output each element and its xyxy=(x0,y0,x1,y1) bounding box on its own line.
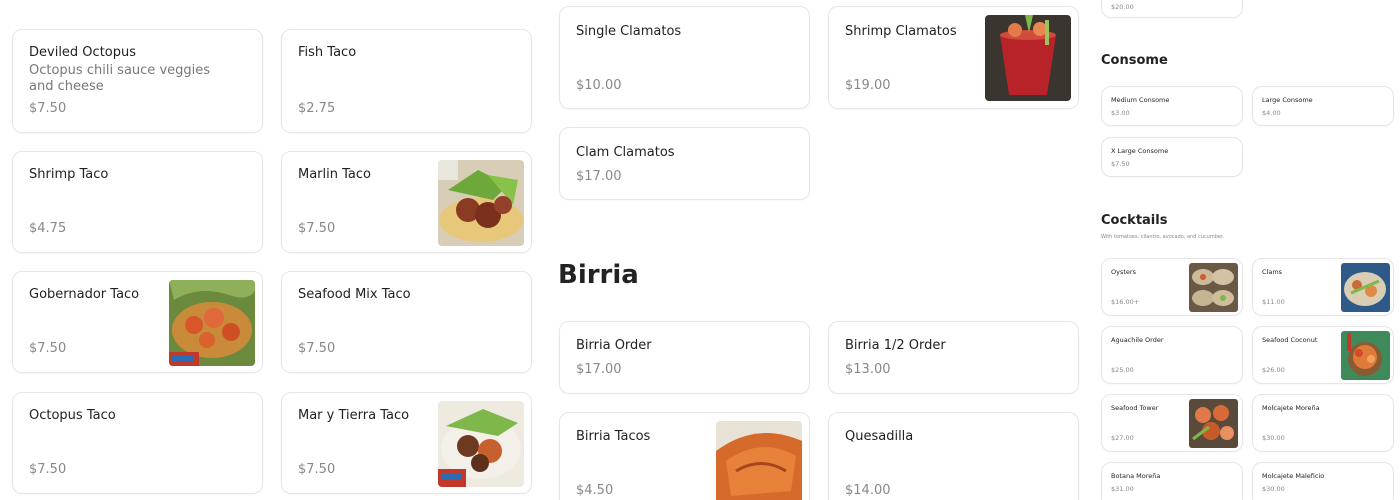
menu-item-medium-consome[interactable]: Medium Consome $3.00 xyxy=(1101,86,1243,126)
item-name: Birria Order xyxy=(576,338,652,353)
menu-item-fish-taco[interactable]: Fish Taco $2.75 xyxy=(281,29,532,133)
marlin-taco-photo xyxy=(438,160,524,246)
item-name: Single Clamatos xyxy=(576,24,682,39)
menu-item-shrimp-clamatos[interactable]: Shrimp Clamatos $19.00 xyxy=(828,6,1079,109)
item-name: Quesadilla xyxy=(845,429,914,444)
item-price: $11.00 xyxy=(1262,298,1285,306)
item-name: Large Consome xyxy=(1262,96,1313,104)
item-name: Clams xyxy=(1262,268,1283,276)
menu-item-marlin-taco[interactable]: Marlin Taco $7.50 xyxy=(281,151,532,253)
menu-item-clams[interactable]: Clams $11.00 xyxy=(1252,258,1394,316)
mar-y-tierra-taco-photo xyxy=(438,401,524,487)
item-name: Shrimp Taco xyxy=(29,167,109,182)
section-heading-cocktails: Cocktails xyxy=(1101,213,1168,228)
item-name: Seafood Coconut xyxy=(1262,336,1318,344)
menu-item-oysters[interactable]: Oysters $16.00+ xyxy=(1101,258,1243,316)
item-name: Molcajete Maleficio xyxy=(1262,472,1325,480)
item-price: $30.00 xyxy=(1262,485,1285,493)
menu-item-clam-clamatos[interactable]: Clam Clamatos $17.00 xyxy=(559,127,810,200)
menu-item-molcajete-maleficio[interactable]: Molcajete Maleficio $30.00 xyxy=(1252,462,1394,500)
item-name: Oysters xyxy=(1111,268,1136,276)
item-name: Gobernador Taco xyxy=(29,287,140,302)
menu-item-single-clamatos[interactable]: Single Clamatos $10.00 xyxy=(559,6,810,109)
item-price: $17.00 xyxy=(576,362,622,377)
item-name: Birria 1/2 Order xyxy=(845,338,946,353)
item-price: $4.50 xyxy=(576,483,614,498)
menu-item-quesadilla[interactable]: Quesadilla $14.00 xyxy=(828,412,1079,500)
item-price: $7.50 xyxy=(29,462,67,477)
item-name: Shrimp Clamatos xyxy=(845,24,957,39)
item-name: Molcajete Moreña xyxy=(1262,404,1320,412)
menu-item-xlarge-consome[interactable]: X Large Consome $7.50 xyxy=(1101,137,1243,177)
menu-item-aguachile-order[interactable]: Aguachile Order $25.00 xyxy=(1101,326,1243,384)
item-name: Fish Taco xyxy=(298,45,357,60)
item-price: $10.00 xyxy=(576,78,622,93)
menu-item-mar-y-tierra-taco[interactable]: Mar y Tierra Taco $7.50 xyxy=(281,392,532,494)
menu-item-deviled-octopus[interactable]: Deviled Octopus Octopus chili sauce vegg… xyxy=(12,29,263,133)
item-price: $20.00 xyxy=(1111,3,1134,11)
menu-item-shrimp-taco[interactable]: Shrimp Taco $4.75 xyxy=(12,151,263,253)
cocktails-note: With tomatoes, cilantro, avocado, and cu… xyxy=(1101,234,1225,240)
item-name: Seafood Mix Taco xyxy=(298,287,411,302)
item-price: $30.00 xyxy=(1262,434,1285,442)
seafood-tower-photo xyxy=(1189,399,1238,448)
item-price: $16.00+ xyxy=(1111,298,1140,306)
section-heading-consome: Consome xyxy=(1101,53,1168,68)
item-name: X Large Consome xyxy=(1111,147,1169,155)
item-price: $25.00 xyxy=(1111,366,1134,374)
item-price: $27.00 xyxy=(1111,434,1134,442)
gobernador-taco-photo xyxy=(169,280,255,366)
item-price: $17.00 xyxy=(576,169,622,184)
item-price: $26.00 xyxy=(1262,366,1285,374)
item-price: $2.75 xyxy=(298,101,336,116)
item-price: $7.50 xyxy=(298,462,336,477)
menu-item-birria-half-order[interactable]: Birria 1/2 Order $13.00 xyxy=(828,321,1079,394)
oysters-photo xyxy=(1189,263,1238,312)
menu-item-birria-order[interactable]: Birria Order $17.00 xyxy=(559,321,810,394)
menu-item-previous-section[interactable]: $20.00 xyxy=(1101,0,1243,18)
item-name: Birria Tacos xyxy=(576,429,651,444)
item-price: $3.00 xyxy=(1111,109,1130,117)
item-price: $7.50 xyxy=(298,341,336,356)
item-name: Deviled Octopus xyxy=(29,45,137,60)
item-price: $4.00 xyxy=(1262,109,1281,117)
item-price: $7.50 xyxy=(29,101,67,116)
menu-item-seafood-mix-taco[interactable]: Seafood Mix Taco $7.50 xyxy=(281,271,532,373)
item-name: Mar y Tierra Taco xyxy=(298,408,410,423)
menu-item-gobernador-taco[interactable]: Gobernador Taco $7.50 xyxy=(12,271,263,373)
item-price: $19.00 xyxy=(845,78,891,93)
menu-item-birria-tacos[interactable]: Birria Tacos $4.50 xyxy=(559,412,810,500)
menu-item-large-consome[interactable]: Large Consome $4.00 xyxy=(1252,86,1394,126)
item-name: Clam Clamatos xyxy=(576,145,675,160)
menu-item-seafood-tower[interactable]: Seafood Tower $27.00 xyxy=(1101,394,1243,452)
menu-item-seafood-coconut[interactable]: Seafood Coconut $26.00 xyxy=(1252,326,1394,384)
seafood-coconut-photo xyxy=(1341,331,1390,380)
item-price: $31.00 xyxy=(1111,485,1134,493)
shrimp-clamatos-photo xyxy=(985,15,1071,101)
item-name: Aguachile Order xyxy=(1111,336,1164,344)
item-name: Seafood Tower xyxy=(1111,404,1159,412)
item-name: Botana Moreña xyxy=(1111,472,1161,480)
menu-item-botana-morena[interactable]: Botana Moreña $31.00 xyxy=(1101,462,1243,500)
item-price: $7.50 xyxy=(1111,160,1130,168)
item-description: Octopus chili sauce veggies and cheese xyxy=(29,63,211,94)
item-price: $4.75 xyxy=(29,221,67,236)
menu-item-octopus-taco[interactable]: Octopus Taco $7.50 xyxy=(12,392,263,494)
item-price: $14.00 xyxy=(845,483,891,498)
item-name: Marlin Taco xyxy=(298,167,371,182)
item-price: $7.50 xyxy=(298,221,336,236)
birria-tacos-photo xyxy=(716,421,802,500)
item-name: Medium Consome xyxy=(1111,96,1170,104)
clams-photo xyxy=(1341,263,1390,312)
item-name: Octopus Taco xyxy=(29,408,116,423)
item-price: $7.50 xyxy=(29,341,67,356)
item-price: $13.00 xyxy=(845,362,891,377)
menu-item-molcajete-morena[interactable]: Molcajete Moreña $30.00 xyxy=(1252,394,1394,452)
section-heading-birria: Birria xyxy=(558,260,639,290)
